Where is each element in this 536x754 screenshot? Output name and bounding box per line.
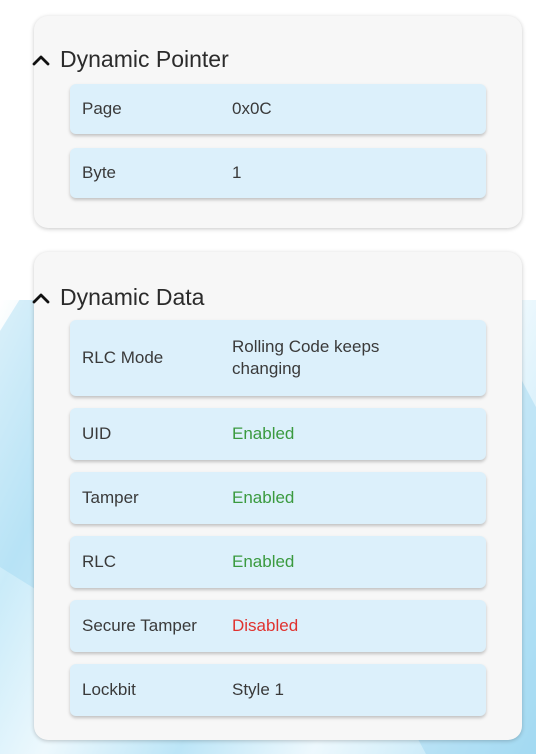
- row-value: Enabled: [232, 488, 295, 507]
- row-value: 1: [232, 163, 242, 182]
- data-row-rlc: RLC Enabled: [70, 536, 486, 588]
- row-value: 0x0C: [232, 99, 272, 118]
- row-label: Tamper: [82, 488, 139, 507]
- row-label: RLC: [82, 552, 117, 571]
- chevron-up-icon: [32, 293, 50, 303]
- pointer-row-page: Page 0x0C: [70, 84, 486, 134]
- row-value: Enabled: [232, 552, 295, 571]
- data-row-tamper: Tamper Enabled: [70, 472, 486, 524]
- row-label: Byte: [82, 163, 117, 182]
- pointer-row-byte: Byte 1: [70, 148, 486, 198]
- row-value: Disabled: [232, 616, 299, 635]
- row-label: RLC Mode: [82, 348, 164, 367]
- data-row-lockbit: Lockbit Style 1: [70, 664, 486, 716]
- dynamic-data-header[interactable]: Dynamic Data: [32, 284, 204, 311]
- data-row-secure-tamper: Secure Tamper Disabled: [70, 600, 486, 652]
- row-value: Style 1: [232, 680, 284, 699]
- row-label: Lockbit: [82, 680, 136, 699]
- data-row-uid: UID Enabled: [70, 408, 486, 460]
- dynamic-data-title: Dynamic Data: [60, 284, 205, 310]
- dynamic-pointer-header[interactable]: Dynamic Pointer: [32, 46, 229, 73]
- row-label: UID: [82, 424, 112, 443]
- row-label: Page: [82, 99, 122, 118]
- row-value: Enabled: [232, 424, 295, 443]
- chevron-up-icon: [32, 55, 50, 65]
- row-value: Rolling Code keeps changing: [232, 337, 380, 378]
- dynamic-pointer-title: Dynamic Pointer: [60, 46, 229, 72]
- row-label: Secure Tamper: [82, 616, 197, 635]
- data-row-rlc-mode: RLC Mode Rolling Code keeps changing: [70, 320, 486, 396]
